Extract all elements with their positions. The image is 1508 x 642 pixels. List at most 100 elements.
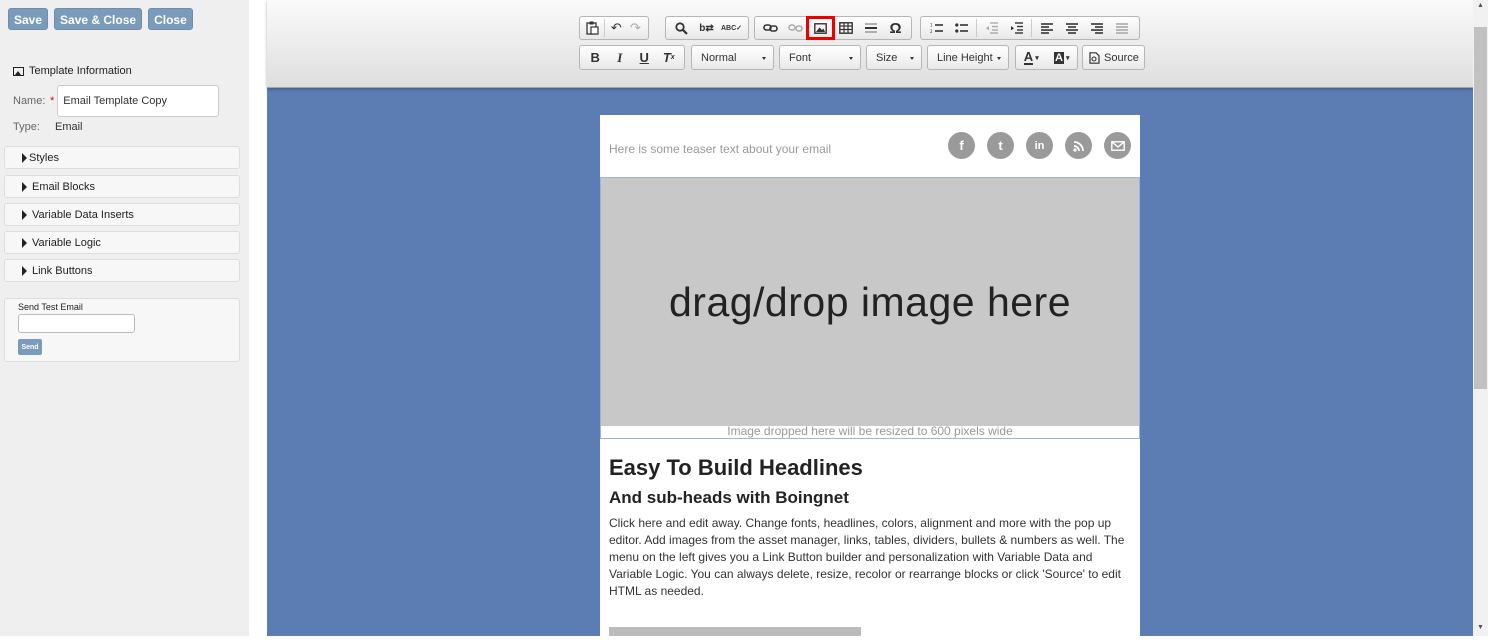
text-color-button[interactable]: A ▾ [1016, 48, 1047, 68]
remove-format-icon[interactable]: Tx [657, 48, 682, 68]
rss-icon[interactable] [1065, 132, 1092, 159]
bulleted-list-icon[interactable] [949, 18, 974, 38]
size-dropdown[interactable]: Size [866, 45, 922, 70]
italic-button[interactable]: I [608, 48, 633, 68]
bold-button[interactable]: B [583, 48, 608, 68]
basic-styles-group: B I U Tx [579, 45, 685, 70]
image-drop-zone[interactable]: drag/drop image here Image dropped here … [600, 177, 1140, 439]
underline-button[interactable]: U [632, 48, 657, 68]
insert-image-icon[interactable] [806, 16, 835, 40]
expand-triangle-icon [22, 265, 27, 276]
expand-triangle-icon [22, 181, 27, 192]
button-block[interactable] [609, 627, 861, 636]
send-test-panel: Send Test Email Send [4, 298, 240, 362]
subhead[interactable]: And sub-heads with Boingnet [609, 488, 849, 508]
text-color-glyph: A [1023, 48, 1034, 65]
vertical-scrollbar[interactable]: ▲ ▼ [1473, 0, 1488, 636]
section-link-buttons[interactable]: Link Buttons [4, 259, 240, 282]
section-variable-data-inserts[interactable]: Variable Data Inserts [4, 203, 240, 226]
line-height-value: Line Height [937, 51, 993, 64]
paste-from-word-icon[interactable] [583, 18, 602, 38]
find-icon[interactable] [669, 18, 694, 38]
toolbar-separator [604, 19, 605, 37]
email-icon[interactable] [1104, 132, 1131, 159]
test-email-input[interactable] [18, 314, 135, 333]
redo-icon[interactable]: ↷ [626, 18, 645, 38]
insert-group: Ω [754, 16, 912, 40]
line-height-dropdown[interactable]: Line Height [927, 45, 1009, 70]
font-value: Font [789, 51, 812, 64]
scroll-up-icon[interactable]: ▲ [1477, 2, 1484, 9]
drop-text: drag/drop image here [668, 278, 1072, 325]
find-group: b⇄ ABC✓ [665, 16, 749, 40]
email-canvas[interactable]: Here is some teaser text about your emai… [600, 115, 1140, 636]
section-label: Styles [29, 151, 59, 164]
special-character-icon[interactable]: Ω [883, 18, 908, 38]
replace-icon[interactable]: b⇄ [694, 18, 719, 38]
indent-icon[interactable] [1004, 18, 1029, 38]
template-info-title: Template Information [29, 65, 132, 77]
chevron-down-icon [849, 57, 853, 60]
numbered-list-icon[interactable]: 12 [924, 18, 949, 38]
drop-note: Image dropped here will be resized to 60… [727, 424, 1013, 438]
justify-icon[interactable] [1109, 18, 1134, 38]
clipboard-history-group: ↶ ↷ [579, 16, 649, 40]
list-align-group: 12 [920, 16, 1140, 40]
section-styles[interactable]: Styles [4, 146, 240, 169]
expand-triangle-icon [22, 152, 27, 163]
scroll-thumb[interactable] [1474, 27, 1487, 389]
link-icon[interactable] [758, 18, 783, 38]
section-email-blocks[interactable]: Email Blocks [4, 175, 240, 198]
font-dropdown[interactable]: Font [779, 45, 861, 70]
chevron-down-icon [997, 57, 1001, 60]
image-icon [13, 66, 24, 76]
align-right-icon[interactable] [1084, 18, 1109, 38]
linkedin-icon[interactable]: in [1026, 132, 1053, 159]
chevron-down-icon [910, 57, 914, 60]
type-row: Type: Email [13, 121, 83, 133]
align-center-icon[interactable] [1059, 18, 1084, 38]
align-left-icon[interactable] [1034, 18, 1059, 38]
toolbar-separator [1031, 19, 1032, 37]
name-label: Name: [13, 95, 46, 107]
chevron-down-icon [762, 57, 766, 60]
template-name-input[interactable]: Email Template Copy [57, 85, 220, 117]
section-variable-logic[interactable]: Variable Logic [4, 231, 240, 254]
tumblr-icon[interactable]: t [987, 132, 1014, 159]
body-text[interactable]: Click here and edit away. Change fonts, … [609, 515, 1136, 600]
format-dropdown[interactable]: Normal [691, 45, 774, 70]
send-button[interactable]: Send [18, 339, 42, 355]
outdent-icon[interactable] [979, 18, 1004, 38]
scroll-down-icon[interactable]: ▼ [1477, 624, 1484, 631]
type-value: Email [55, 121, 83, 133]
expand-triangle-icon [22, 237, 27, 248]
editor-area: ↶ ↷ b⇄ ABC✓ Ω 1 2 B I U T x Normal Font … [267, 0, 1473, 636]
type-label: Type: [13, 121, 40, 133]
send-test-title: Send Test Email [18, 302, 83, 312]
bg-color-glyph: A [1054, 51, 1064, 64]
teaser-text[interactable]: Here is some teaser text about your emai… [609, 142, 831, 156]
facebook-icon[interactable]: f [948, 132, 975, 159]
background-color-button[interactable]: A ▾ [1047, 48, 1078, 68]
source-icon [1089, 51, 1100, 64]
action-buttons: Save Save & Close Close [8, 8, 193, 30]
source-button[interactable]: Source [1082, 45, 1145, 70]
spellcheck-icon[interactable]: ABC✓ [719, 18, 744, 38]
required-mark: * [50, 95, 55, 107]
unlink-icon[interactable] [783, 18, 808, 38]
drop-placeholder[interactable]: drag/drop image here [601, 178, 1139, 426]
close-button[interactable]: Close [148, 8, 193, 30]
headline[interactable]: Easy To Build Headlines [609, 455, 863, 481]
left-panel: Save Save & Close Close Template Informa… [0, 0, 249, 636]
section-label: Variable Data Inserts [32, 208, 134, 221]
horizontal-line-icon[interactable] [858, 18, 883, 38]
editor-toolbar: ↶ ↷ b⇄ ABC✓ Ω 1 2 B I U T x Normal Font … [267, 0, 1473, 88]
save-button[interactable]: Save [8, 8, 49, 30]
svg-text:2: 2 [930, 29, 933, 34]
name-row: Name: * Email Template Copy [13, 85, 220, 117]
table-icon[interactable] [833, 18, 858, 38]
save-close-button[interactable]: Save & Close [54, 8, 143, 30]
undo-icon[interactable]: ↶ [607, 18, 626, 38]
source-label: Source [1104, 51, 1139, 64]
size-value: Size [876, 51, 898, 64]
